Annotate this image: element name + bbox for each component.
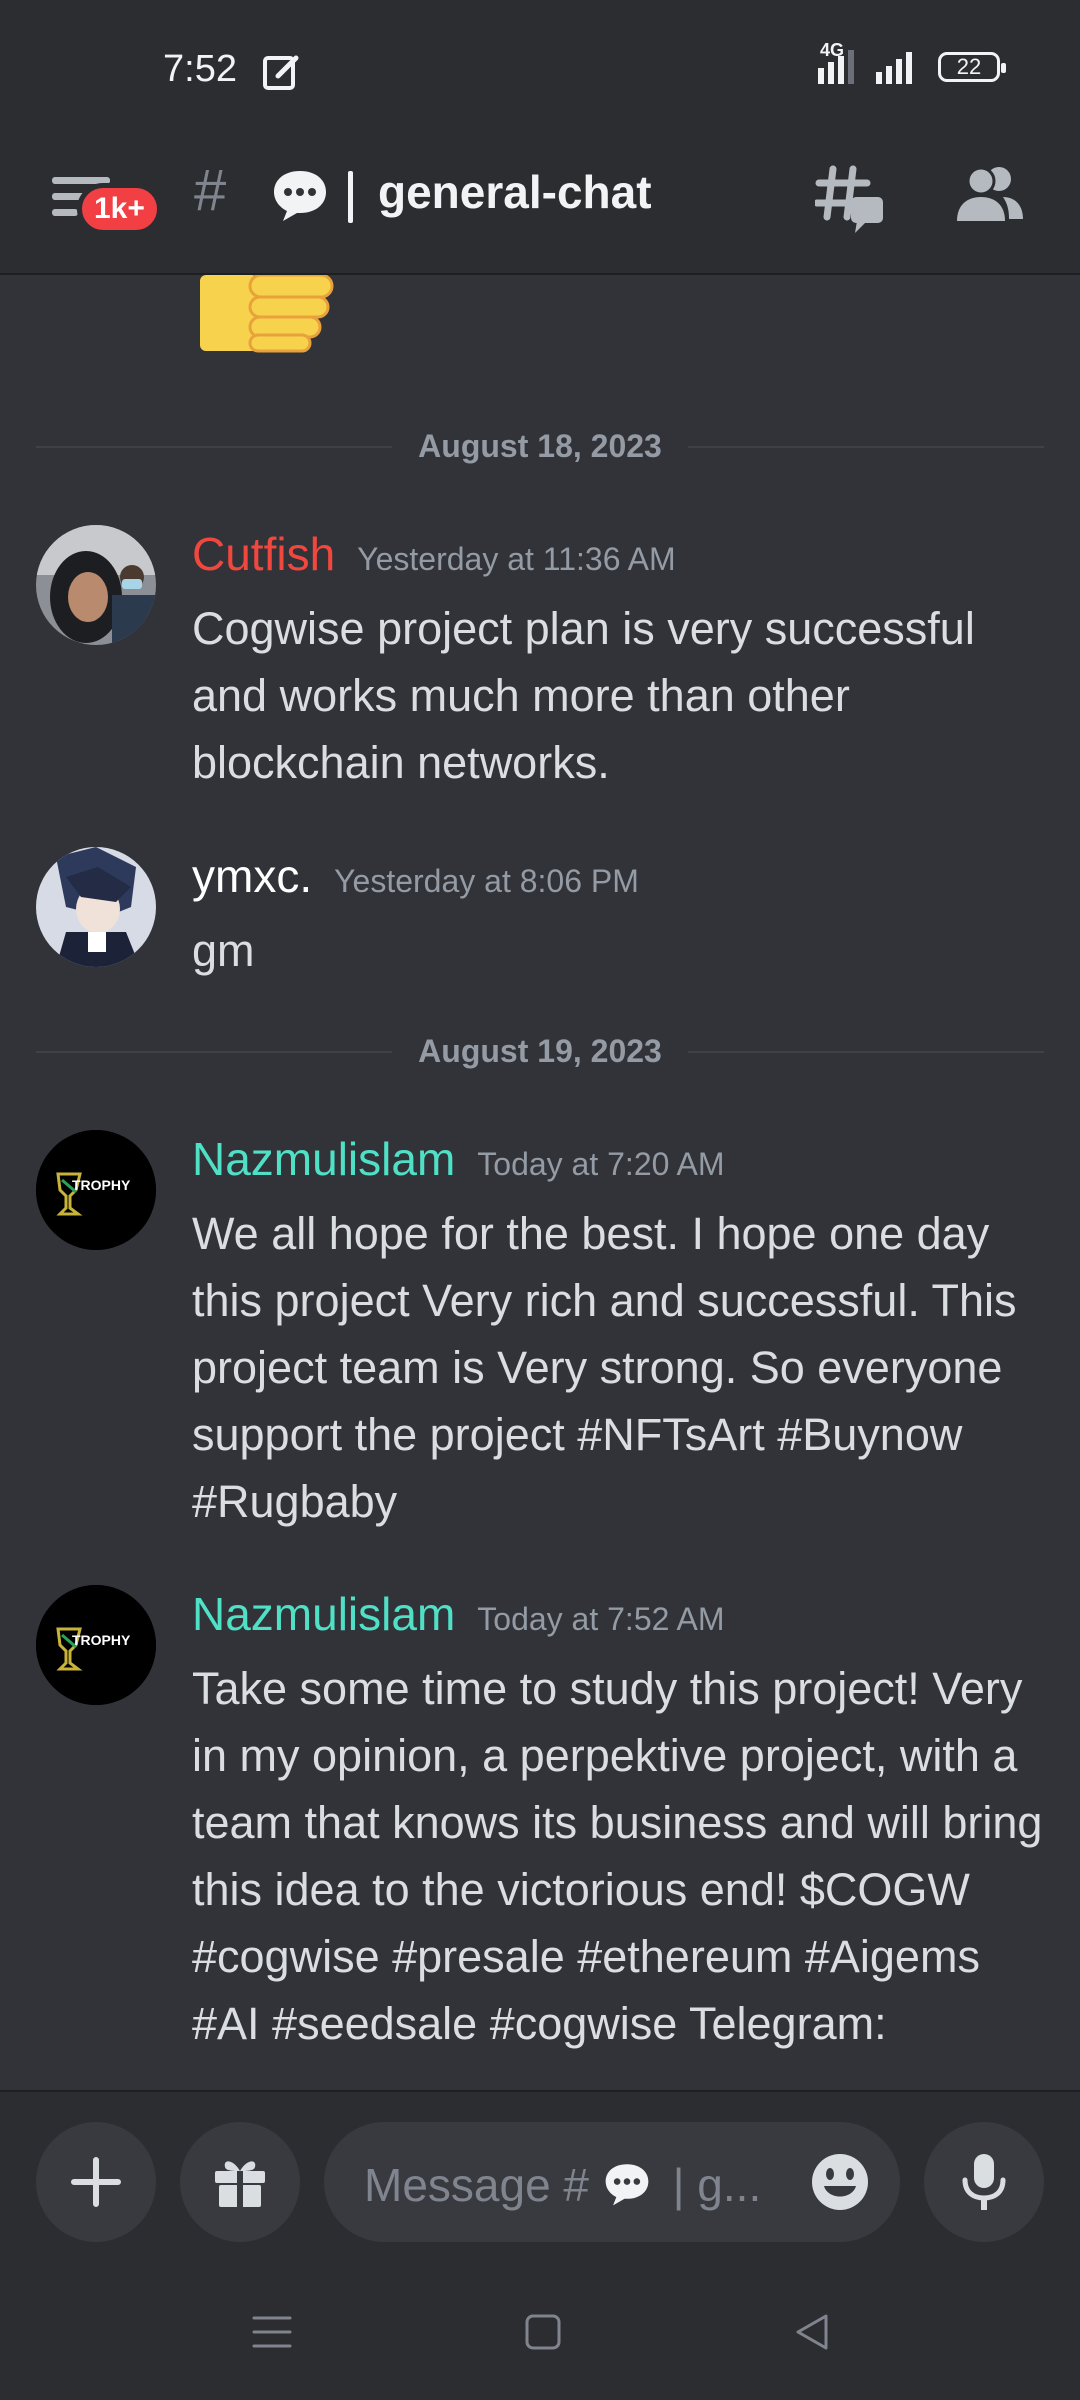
message-timestamp: Yesterday at 11:36 AM: [357, 541, 676, 577]
message-text: Cogwise project plan is very successful …: [192, 603, 975, 788]
gift-icon: [215, 2161, 265, 2207]
date-divider: August 18, 2023: [36, 428, 1044, 465]
message-author[interactable]: Cutfish: [192, 528, 335, 580]
back-icon[interactable]: [792, 2312, 832, 2352]
recent-apps-icon[interactable]: [252, 2312, 292, 2352]
status-bar: 7:52 4G 22: [0, 0, 1080, 135]
voice-button[interactable]: [924, 2122, 1044, 2242]
avatar[interactable]: TROPHY: [36, 1130, 156, 1250]
add-button[interactable]: [36, 2122, 156, 2242]
message-text: We all hope for the best. I hope one day…: [192, 1208, 1017, 1527]
avatar[interactable]: [36, 525, 156, 645]
message-input-placeholder: Message # | g...: [364, 2158, 761, 2212]
avatar-text: TROPHY: [72, 1632, 131, 1648]
message-timestamp: Today at 7:52 AM: [477, 1601, 725, 1637]
message-text: gm: [192, 925, 255, 976]
gift-button[interactable]: [180, 2122, 300, 2242]
avatar-text: TROPHY: [72, 1177, 131, 1193]
threads-icon[interactable]: [815, 165, 887, 235]
date-divider-label: August 19, 2023: [418, 1033, 662, 1069]
thumbs-up-emoji: [200, 275, 334, 353]
title-separator: [348, 171, 353, 223]
status-icons: 4G 22: [810, 40, 1006, 84]
message-timestamp: Yesterday at 8:06 PM: [334, 863, 639, 899]
message-author[interactable]: ymxc.: [192, 850, 312, 902]
members-icon[interactable]: [955, 163, 1025, 225]
avatar[interactable]: [36, 847, 156, 967]
status-time: 7:52: [163, 48, 237, 90]
channel-title[interactable]: general-chat: [378, 165, 652, 219]
system-nav-bar: [0, 2270, 1080, 2400]
signal-icon: [876, 52, 912, 84]
battery-icon: 22: [938, 52, 1006, 82]
date-divider-label: August 18, 2023: [418, 428, 662, 464]
speech-bubble-icon: [274, 171, 326, 221]
microphone-icon: [962, 2154, 1006, 2210]
channel-header: 1k+ # general-chat: [0, 135, 1080, 275]
placeholder-suffix: | g...: [672, 2159, 762, 2211]
placeholder-prefix: Message #: [364, 2159, 590, 2211]
date-divider: August 19, 2023: [36, 1033, 1044, 1070]
message-text: Take some time to study this project! Ve…: [192, 1663, 1043, 2049]
message-author[interactable]: Nazmulislam: [192, 1588, 455, 1640]
emoji-icon[interactable]: [810, 2152, 870, 2212]
message-list[interactable]: August 18, 2023 Cutfish Yesterday at 11:3…: [0, 275, 1080, 2090]
edit-note-icon: [263, 55, 299, 90]
notification-badge: 1k+: [77, 183, 162, 235]
plus-icon: [71, 2157, 121, 2207]
message-timestamp: Today at 7:20 AM: [477, 1146, 725, 1182]
message-input-bar: Message # | g...: [0, 2090, 1080, 2270]
speech-bubble-icon: [605, 2164, 649, 2206]
avatar[interactable]: TROPHY: [36, 1585, 156, 1705]
message-input[interactable]: Message # | g...: [324, 2122, 900, 2242]
message-author[interactable]: Nazmulislam: [192, 1133, 455, 1185]
home-icon[interactable]: [524, 2312, 562, 2352]
signal-4g-icon: 4G: [810, 40, 856, 84]
channel-hash-icon: #: [194, 158, 227, 223]
